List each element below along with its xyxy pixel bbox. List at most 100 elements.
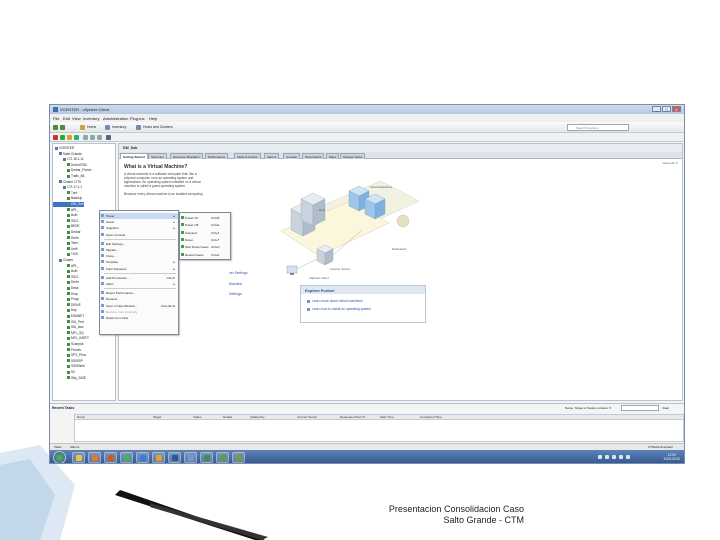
play-icon[interactable]: [60, 135, 65, 140]
tree-item[interactable]: MPL_IMSFT: [53, 336, 89, 341]
flag-icon[interactable]: [626, 455, 630, 459]
stop-icon[interactable]: [53, 135, 58, 140]
forward-icon[interactable]: [60, 125, 65, 130]
taskbar-app-outlook[interactable]: [152, 452, 165, 463]
menu-edit[interactable]: Edit: [63, 116, 70, 121]
volume-icon[interactable]: [619, 455, 623, 459]
home-link[interactable]: Home: [87, 125, 96, 129]
inventory-link[interactable]: Inventory: [112, 125, 126, 129]
close-tab-link[interactable]: close tab ✕: [663, 161, 678, 165]
tab-summary[interactable]: Summary: [148, 153, 167, 159]
tree-item[interactable]: Actri: [53, 213, 77, 218]
tree-item[interactable]: SSCI: [53, 275, 78, 280]
tab-console[interactable]: Console: [283, 153, 301, 159]
snapshot-icon[interactable]: [83, 135, 88, 140]
maximize-button[interactable]: □: [662, 106, 671, 112]
tree-item[interactable]: Sil: [53, 370, 75, 375]
tree-item[interactable]: Salto Grande: [53, 152, 82, 157]
tree-item[interactable]: DeAct7050: [53, 163, 87, 168]
context-menu-item-add-permission[interactable]: Add Permission... Ctrl+P: [100, 275, 178, 281]
tree-item[interactable]: Trafic_Bk: [53, 174, 84, 179]
system-clock[interactable]: 12:00 31/01/2012: [663, 453, 680, 461]
power-menu-item-power-on[interactable]: Power On Ctrl+B: [180, 215, 230, 221]
tasks-status-button[interactable]: Tasks: [54, 445, 62, 449]
menu-file[interactable]: File: [53, 116, 59, 121]
tray-icon[interactable]: [598, 455, 602, 459]
taskbar-app-project[interactable]: [216, 452, 229, 463]
taskbar-app-explorer[interactable]: [72, 452, 85, 463]
back-icon[interactable]: [53, 125, 58, 130]
context-menu-item-open-console[interactable]: Open Console: [100, 232, 178, 238]
alarms-status-button[interactable]: Alarms: [70, 445, 79, 449]
start-button[interactable]: [53, 451, 66, 463]
task-filter-input[interactable]: [621, 405, 659, 411]
learn-vm-link[interactable]: Learn more about virtual machines: [307, 299, 363, 303]
taskbar-app-firefox[interactable]: [104, 452, 117, 463]
network-icon[interactable]: [612, 455, 616, 459]
tree-item[interactable]: SSCI: [53, 219, 78, 224]
context-menu-item-open-in-new-window[interactable]: Open in New Window... Ctrl+Alt+N: [100, 303, 178, 309]
tree-item[interactable]: Unifi: [53, 247, 77, 252]
tab-tasks-events[interactable]: Tasks & Events: [234, 153, 261, 159]
context-menu-item-migrate[interactable]: Migrate...: [100, 247, 178, 253]
tray-icon[interactable]: [605, 455, 609, 459]
tree-item[interactable]: APL_: [53, 208, 79, 213]
edit-settings-link-partial[interactable]: ver Settings: [229, 271, 247, 275]
taskbar-app-media[interactable]: [88, 452, 101, 463]
tab-storage-views[interactable]: Storage Views: [340, 153, 366, 159]
context-menu-item-power[interactable]: Power ▸: [100, 213, 178, 219]
tree-item[interactable]: Sttp_SIGE: [53, 376, 86, 381]
tree-item[interactable]: Promis: [53, 348, 81, 353]
tree-item[interactable]: 172.16.1.11: [53, 157, 84, 162]
context-menu-item-rename[interactable]: Rename: [100, 296, 178, 302]
tree-item[interactable]: Dmp: [53, 292, 78, 297]
tree-item[interactable]: DRIVE: [53, 303, 81, 308]
tree-item[interactable]: MFL_SQ: [53, 331, 84, 336]
machine-link-partial[interactable]: Machine: [229, 282, 242, 286]
refresh-icon[interactable]: [74, 135, 79, 140]
taskbar-app-word[interactable]: [168, 452, 181, 463]
tree-item[interactable]: ESMNET: [53, 314, 84, 319]
tree-item[interactable]: SSISWeb: [53, 364, 85, 369]
context-menu-item-delete-from-disk[interactable]: Delete from Disk: [100, 315, 178, 321]
tree-item[interactable]: Actri: [53, 269, 77, 274]
menu-plugins[interactable]: Plug-ins: [130, 116, 144, 121]
tree-item[interactable]: SPS_Prna: [53, 353, 86, 358]
power-menu-item-shut-down-guest[interactable]: Shut Down Guest Ctrl+D: [180, 244, 230, 250]
power-menu-item-power-off[interactable]: Power Off Ctrl+E: [180, 222, 230, 228]
tab-getting-started[interactable]: Getting Started: [120, 153, 148, 159]
context-menu-item-guest[interactable]: Guest ▸: [100, 219, 178, 225]
close-window-button[interactable]: X: [672, 106, 681, 112]
taskbar-app-ie[interactable]: [136, 452, 149, 463]
tree-item[interactable]: Desa: [53, 286, 78, 291]
settings-link-partial[interactable]: Settings: [229, 292, 242, 296]
power-menu-item-suspend[interactable]: Suspend Ctrl+Z: [180, 230, 230, 236]
context-menu-item-template[interactable]: Template ▸: [100, 259, 178, 265]
context-menu-item-edit-settings[interactable]: Edit Settings...: [100, 241, 178, 247]
tree-item[interactable]: ISA_tard: [53, 325, 83, 330]
tab-maps[interactable]: Maps: [326, 153, 340, 159]
tree-item[interactable]: Progr: [53, 297, 79, 302]
taskbar-app-excel[interactable]: [200, 452, 213, 463]
tree-item[interactable]: TrCfl: [53, 252, 78, 257]
tree-item[interactable]: Dmbr: [53, 280, 79, 285]
tree-item[interactable]: ISA_Prnt: [53, 320, 84, 325]
tree-item[interactable]: SSISRP: [53, 359, 83, 364]
tree-item[interactable]: VCENTER: [53, 146, 74, 151]
tree-item[interactable]: Txnt: [53, 191, 77, 196]
tab-resource-allocation[interactable]: Resource Allocation: [170, 153, 203, 159]
revert-icon[interactable]: [90, 135, 95, 140]
tab-performance[interactable]: Performance: [205, 153, 229, 159]
taskbar-app-vsphere[interactable]: [184, 452, 197, 463]
search-input[interactable]: Search Inventory: [567, 124, 629, 131]
context-menu-item-alarm[interactable]: Alarm ▸: [100, 281, 178, 287]
tree-item[interactable]: Cluster 1770: [53, 180, 81, 185]
home-icon[interactable]: [80, 125, 85, 130]
hosts-clusters-link[interactable]: Hosts and Clusters: [143, 125, 173, 129]
minimize-button[interactable]: _: [652, 106, 661, 112]
menu-inventory[interactable]: Inventory: [83, 116, 99, 121]
tree-item[interactable]: 172.17.1.1: [53, 185, 82, 190]
tree-item[interactable]: BEDE: [53, 224, 80, 229]
tree-item[interactable]: Terrn: [53, 241, 78, 246]
tab-permissions[interactable]: Permissions: [302, 153, 325, 159]
